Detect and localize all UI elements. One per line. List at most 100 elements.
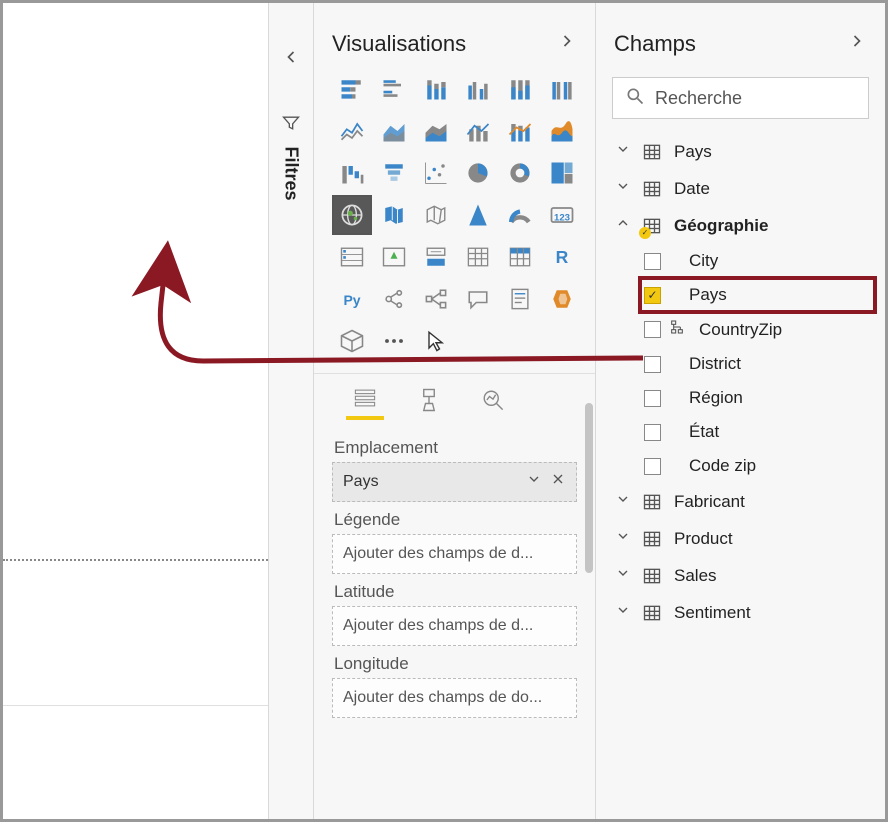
collapse-viz-chevron-icon[interactable] xyxy=(557,31,577,57)
table-icon xyxy=(642,492,664,512)
table-row[interactable]: Date xyxy=(610,170,875,207)
scrollbar-thumb[interactable] xyxy=(585,403,593,573)
filters-pane-label: Filtres xyxy=(281,146,302,200)
field-name: Code zip xyxy=(689,456,756,476)
viz-ribbon-icon[interactable] xyxy=(544,113,580,149)
remove-field-icon[interactable] xyxy=(550,471,566,492)
viz-more-icon[interactable] xyxy=(376,323,412,359)
fields-tab-icon[interactable] xyxy=(346,386,384,420)
field-checkbox[interactable] xyxy=(644,424,661,441)
viz-stacked-bar-icon[interactable] xyxy=(334,71,370,107)
field-checkbox[interactable] xyxy=(644,253,661,270)
table-row[interactable]: Sales xyxy=(610,557,875,594)
viz-r-visual-icon[interactable]: R xyxy=(544,239,580,275)
chevron-icon[interactable] xyxy=(614,602,632,623)
table-row[interactable]: Fabricant xyxy=(610,483,875,520)
field-row[interactable]: Région xyxy=(640,381,875,415)
table-name: Géographie xyxy=(674,216,768,236)
chevron-icon[interactable] xyxy=(614,141,632,162)
field-checkbox[interactable] xyxy=(644,458,661,475)
viz-slicer-icon[interactable] xyxy=(418,239,454,275)
viz-stacked-column-100-icon[interactable] xyxy=(502,71,538,107)
field-row[interactable]: City xyxy=(640,244,875,278)
chevron-icon[interactable] xyxy=(614,215,632,236)
table-row[interactable]: Product xyxy=(610,520,875,557)
viz-decomposition-tree-icon[interactable] xyxy=(418,281,454,317)
table-row[interactable]: Pays xyxy=(610,133,875,170)
viz-kpi-icon[interactable] xyxy=(376,239,412,275)
field-checkbox[interactable] xyxy=(644,390,661,407)
viz-map-icon[interactable] xyxy=(334,197,370,233)
viz-scatter-icon[interactable] xyxy=(418,155,454,191)
chevron-icon[interactable] xyxy=(614,565,632,586)
table-name: Sales xyxy=(674,566,717,586)
viz-key-influencers-icon[interactable] xyxy=(376,281,412,317)
field-row[interactable]: État xyxy=(640,415,875,449)
filters-pane-collapsed[interactable]: Filtres xyxy=(268,3,314,819)
field-name: Pays xyxy=(689,285,727,305)
field-row[interactable]: District xyxy=(640,347,875,381)
viz-custom-visual-icon[interactable] xyxy=(334,323,370,359)
viz-clustered-column-icon[interactable] xyxy=(460,71,496,107)
well-emplacement-field[interactable]: Pays xyxy=(332,462,577,502)
search-icon xyxy=(625,86,645,111)
viz-stacked-column-icon[interactable] xyxy=(418,71,454,107)
table-icon xyxy=(642,566,664,586)
viz-matrix-icon[interactable] xyxy=(502,239,538,275)
well-legende-dropzone[interactable]: Ajouter des champs de d... xyxy=(332,534,577,574)
viz-gauge-icon[interactable] xyxy=(502,197,538,233)
well-latitude-dropzone[interactable]: Ajouter des champs de d... xyxy=(332,606,577,646)
viz-multirow-card-icon[interactable] xyxy=(334,239,370,275)
viz-shape-map-icon[interactable] xyxy=(418,197,454,233)
format-tab-icon[interactable] xyxy=(410,386,448,420)
svg-text:123: 123 xyxy=(554,212,570,223)
collapse-fields-chevron-icon[interactable] xyxy=(847,31,867,57)
viz-arcgis-icon[interactable] xyxy=(460,197,496,233)
field-checkbox[interactable] xyxy=(644,321,661,338)
tables-list: Pays Date✓GéographieCity ✓ Pays CountryZipDi… xyxy=(596,129,885,631)
viz-stacked-area-icon[interactable] xyxy=(418,113,454,149)
viz-line-stacked-column-icon[interactable] xyxy=(502,113,538,149)
viz-card-icon[interactable]: 123 xyxy=(544,197,580,233)
field-row[interactable]: Code zip xyxy=(640,449,875,483)
viz-power-apps-icon[interactable] xyxy=(544,281,580,317)
viz-pie-icon[interactable] xyxy=(460,155,496,191)
viz-area-icon[interactable] xyxy=(376,113,412,149)
chevron-icon[interactable] xyxy=(614,178,632,199)
field-row[interactable]: CountryZip xyxy=(640,312,875,347)
viz-clustered-bar-100-icon[interactable] xyxy=(544,71,580,107)
viz-clustered-bar-icon[interactable] xyxy=(376,71,412,107)
well-legende-label: Légende xyxy=(334,510,577,530)
cursor-icon xyxy=(418,323,454,359)
viz-treemap-icon[interactable] xyxy=(544,155,580,191)
viz-paginated-report-icon[interactable] xyxy=(502,281,538,317)
table-icon xyxy=(642,603,664,623)
analytics-tab-icon[interactable] xyxy=(474,386,512,420)
viz-waterfall-icon[interactable] xyxy=(334,155,370,191)
chevron-down-icon[interactable] xyxy=(526,471,542,492)
fields-pane: Champs Recherche PaysDate✓GéographieCity… xyxy=(596,3,885,819)
field-checkbox[interactable]: ✓ xyxy=(644,287,661,304)
expand-filters-chevron-icon[interactable] xyxy=(269,47,313,73)
viz-donut-icon[interactable] xyxy=(502,155,538,191)
viz-qa-icon[interactable] xyxy=(460,281,496,317)
canvas-divider xyxy=(3,705,268,706)
table-name: Pays xyxy=(674,142,712,162)
report-canvas[interactable] xyxy=(3,3,268,819)
viz-table-icon[interactable] xyxy=(460,239,496,275)
viz-funnel-icon[interactable] xyxy=(376,155,412,191)
table-icon xyxy=(642,179,664,199)
search-input[interactable]: Recherche xyxy=(612,77,869,119)
chevron-icon[interactable] xyxy=(614,528,632,549)
viz-python-visual-icon[interactable]: Py xyxy=(334,281,370,317)
field-name: État xyxy=(689,422,719,442)
viz-line-icon[interactable] xyxy=(334,113,370,149)
viz-line-clustered-column-icon[interactable] xyxy=(460,113,496,149)
table-row[interactable]: ✓Géographie xyxy=(610,207,875,244)
chevron-icon[interactable] xyxy=(614,491,632,512)
field-checkbox[interactable] xyxy=(644,356,661,373)
table-row[interactable]: Sentiment xyxy=(610,594,875,631)
well-longitude-dropzone[interactable]: Ajouter des champs de do... xyxy=(332,678,577,718)
viz-filled-map-icon[interactable] xyxy=(376,197,412,233)
field-row[interactable]: ✓ Pays xyxy=(640,278,875,312)
